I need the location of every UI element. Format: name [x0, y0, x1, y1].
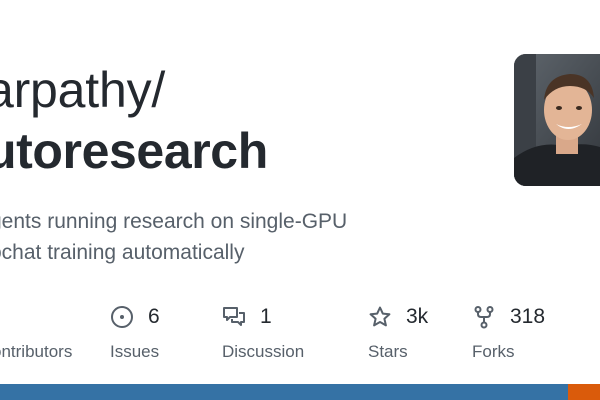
comment-discussion-icon — [222, 305, 246, 329]
stars-label: Stars — [368, 342, 408, 361]
stat-stars[interactable]: 3k Stars — [368, 302, 428, 362]
stat-forks[interactable]: 318 Forks — [472, 302, 545, 362]
issue-opened-icon — [110, 305, 134, 329]
language-segment-secondary — [568, 384, 600, 400]
stat-issues[interactable]: 6 Issues — [110, 302, 160, 362]
stars-count: 3k — [406, 305, 429, 328]
discussion-label: Discussion — [222, 342, 305, 361]
social-preview-card: arpathy/ utoresearch gents running resea… — [0, 0, 600, 400]
owner-avatar[interactable] — [514, 54, 600, 186]
star-icon — [368, 305, 392, 329]
forks-count: 318 — [510, 305, 546, 328]
issues-label: Issues — [110, 342, 160, 361]
contributors-label: ontributors — [0, 342, 73, 361]
description-line-1: gents running research on single-GPU — [0, 210, 348, 233]
repo-owner[interactable]: arpathy/ — [0, 60, 165, 120]
discussion-count: 1 — [260, 305, 272, 328]
description-line-2: ochat training automatically — [0, 241, 245, 264]
forks-label: Forks — [472, 342, 515, 361]
language-bar — [0, 384, 600, 400]
repo-forked-icon — [472, 305, 496, 329]
stat-discussion[interactable]: 1 Discussion — [222, 302, 304, 362]
stat-contributors[interactable]: ontributors — [0, 302, 72, 362]
issues-count: 6 — [148, 305, 160, 328]
language-segment-primary — [0, 384, 569, 400]
repo-name[interactable]: utoresearch — [0, 120, 268, 182]
repo-description: gents running research on single-GPU och… — [0, 206, 410, 268]
